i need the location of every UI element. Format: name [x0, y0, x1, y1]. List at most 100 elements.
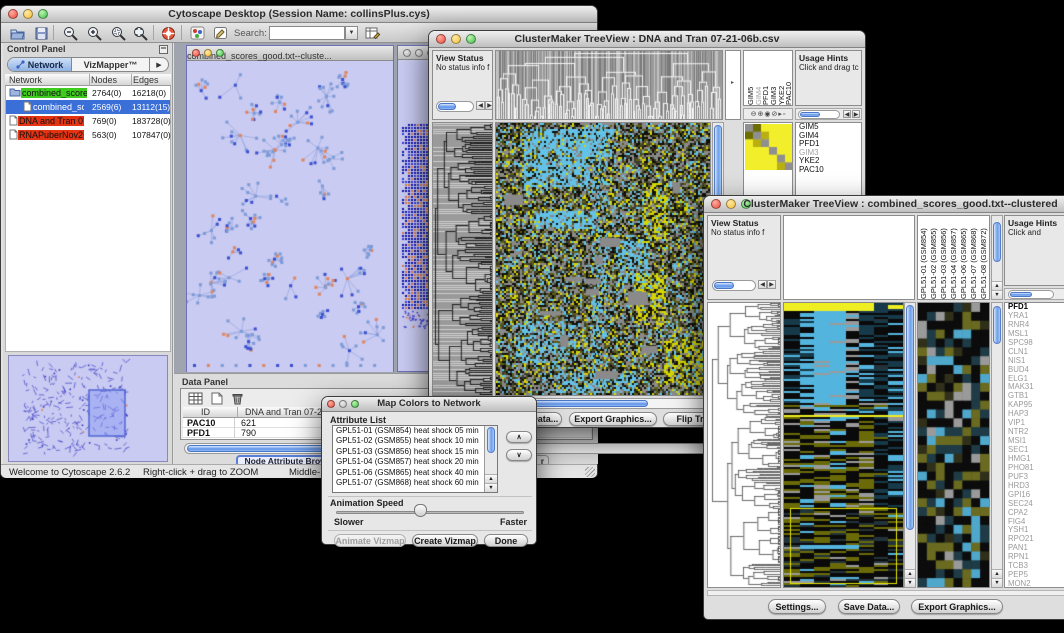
table-icon[interactable] [185, 390, 205, 406]
tab-vizmapper[interactable]: VizMapper™ [72, 58, 150, 71]
network-table-row[interactable]: DNA and Tran 07769(0)183728(0) [6, 114, 170, 128]
tv1-view-status-panel: View Status No status info f ◀ ▶ [432, 50, 493, 120]
scroll-up-icon[interactable]: ▲ [992, 281, 1002, 290]
network-tab-icon [16, 60, 25, 69]
scroll-up-icon[interactable]: ▲ [905, 569, 915, 578]
scroll-left-icon[interactable]: ◀ [843, 110, 851, 118]
group-separator [328, 530, 532, 531]
tv2-zoom-heatmap[interactable] [917, 302, 990, 588]
status-scroll-pill[interactable] [712, 280, 756, 291]
expand-icon[interactable]: ▸ [731, 79, 734, 86]
animation-speed-slider[interactable] [336, 511, 524, 514]
attribute-list-item[interactable]: GPL51-02 (GSM855) heat shock 10 min [333, 436, 484, 446]
zoom-fit-icon[interactable] [131, 25, 151, 41]
target-icon[interactable]: ◉ [764, 110, 770, 118]
delete-attribute-icon[interactable] [227, 390, 247, 406]
maximize-icon[interactable] [216, 49, 224, 57]
close-icon[interactable] [192, 49, 200, 57]
attribute-list-item[interactable]: GPL51-01 (GSM854) heat shock 05 min [333, 426, 484, 436]
float-panel-icon[interactable] [159, 45, 168, 54]
new-attribute-icon[interactable] [207, 390, 227, 406]
tv1-column-dendrogram[interactable] [495, 50, 723, 120]
move-down-button[interactable]: ∨ [506, 449, 532, 461]
birdseye-view[interactable] [8, 355, 168, 462]
save-data-button[interactable]: Save Data... [838, 599, 900, 614]
network-table-row[interactable]: RNAPuberNov2+563(0)107847(0) [6, 128, 170, 142]
vizmapper-icon[interactable] [187, 25, 207, 41]
scroll-left-icon[interactable]: ◀ [476, 101, 485, 110]
attribute-browser-icon[interactable] [363, 25, 383, 41]
column-label: GPL51-06 (GSM865) [959, 216, 969, 299]
tv2-zoom-vscrollbar[interactable]: ▲ ▼ [991, 302, 1003, 588]
treeview2-titlebar: ClusterMaker TreeView : combined_scores_… [704, 196, 1064, 213]
attribute-list-item[interactable]: GPL51-07 (GSM868) heat shock 60 min [333, 478, 484, 488]
hints-scroll-pill[interactable] [798, 110, 840, 119]
zoom-selected-icon[interactable] [109, 25, 129, 41]
tv2-column-tree-area[interactable] [783, 215, 915, 300]
attribute-list-item[interactable]: GPL51-04 (GSM857) heat shock 20 min [333, 457, 484, 467]
tv1-row-dendrogram[interactable] [432, 122, 493, 396]
network-table-row[interactable]: combined_scores2764(0)16218(0) [6, 86, 170, 100]
move-up-button[interactable]: ∧ [506, 431, 532, 443]
tv2-heatmap[interactable] [783, 302, 904, 588]
scroll-right-icon[interactable]: ▶ [485, 101, 493, 110]
network-table-row[interactable]: combined_sco2569(6)13112(15) [6, 100, 170, 114]
vscroll-thumb[interactable] [906, 305, 914, 530]
frame-titlebar[interactable]: combined_scores_good.txt--cluste... [187, 46, 393, 61]
search-input[interactable] [269, 26, 345, 40]
tab-overflow-icon[interactable]: ▶ [150, 58, 168, 71]
tv2-labels-vscrollbar[interactable]: ▲ ▼ [991, 215, 1003, 300]
scroll-down-icon[interactable]: ▼ [905, 578, 915, 587]
similarity-matrix[interactable] [745, 124, 793, 170]
annotation-icon[interactable] [210, 25, 230, 41]
resize-grip[interactable] [585, 467, 595, 477]
attribute-list-item[interactable]: GPL51-03 (GSM856) heat shock 15 min [333, 447, 484, 457]
scroll-down-icon[interactable]: ▼ [992, 290, 1002, 299]
minimize-icon[interactable] [415, 49, 423, 57]
scroll-down-icon[interactable]: ▼ [485, 483, 497, 492]
export-graphics-button[interactable]: Export Graphics... [911, 599, 1003, 614]
attribute-list-scrollbar[interactable]: ▲ ▼ [484, 426, 497, 492]
scroll-right-icon[interactable]: ▶ [852, 110, 860, 118]
settings-button[interactable]: Settings... [768, 599, 826, 614]
open-file-icon[interactable] [7, 25, 27, 41]
gene-label[interactable]: MON2 [1005, 580, 1064, 588]
save-icon[interactable] [31, 25, 51, 41]
vscroll-thumb[interactable] [993, 222, 1001, 262]
close-icon[interactable] [403, 49, 411, 57]
frame-icon[interactable]: ▫ [783, 111, 785, 118]
tv2-row-dendrogram[interactable] [707, 302, 781, 588]
scroll-right-icon[interactable]: ▶ [767, 280, 776, 289]
gene-label[interactable]: PAC10 [796, 166, 861, 175]
scroll-up-icon[interactable]: ▲ [485, 474, 497, 483]
scroll-down-icon[interactable]: ▼ [992, 578, 1002, 587]
status-scroll-pill[interactable] [436, 101, 474, 112]
zoom-out-icon[interactable]: ⊖ [751, 110, 757, 118]
done-button[interactable]: Done [484, 534, 528, 547]
attribute-list-item[interactable]: GPL51-06 (GSM865) heat shock 40 min [333, 468, 484, 478]
column-label: GIM3 [769, 51, 777, 105]
scroll-up-icon[interactable]: ▲ [992, 569, 1002, 578]
minimize-icon[interactable] [204, 49, 212, 57]
usage-hints-title: Usage Hints [796, 51, 861, 63]
vscroll-thumb[interactable] [993, 306, 1001, 344]
create-vizmap-button[interactable]: Create Vizmap [412, 534, 478, 547]
tv2-vscrollbar[interactable]: ▲ ▼ [904, 302, 916, 588]
reset-icon[interactable]: ⊘ [771, 110, 777, 118]
zoom-out-icon[interactable] [61, 25, 81, 41]
slider-thumb[interactable] [414, 504, 427, 517]
export-graphics-button[interactable]: Export Graphics... [569, 412, 657, 426]
zoom-in-icon[interactable] [85, 25, 105, 41]
search-dropdown-icon[interactable]: ▼ [345, 26, 358, 40]
network-view-canvas[interactable] [187, 61, 393, 372]
toolbar-separator [153, 25, 154, 40]
scroll-left-icon[interactable]: ◀ [758, 280, 767, 289]
tv1-heatmap[interactable] [495, 122, 711, 396]
tab-network[interactable]: Network [8, 58, 72, 71]
animate-vizmap-button[interactable]: Animate Vizmap [334, 534, 406, 547]
play-icon[interactable]: ▸ [778, 110, 782, 118]
zoom-in-icon[interactable]: ⊕ [758, 110, 764, 118]
hints-scroll-pill[interactable] [1008, 290, 1054, 299]
help-icon[interactable] [158, 25, 178, 41]
vscroll-thumb[interactable] [487, 427, 495, 453]
